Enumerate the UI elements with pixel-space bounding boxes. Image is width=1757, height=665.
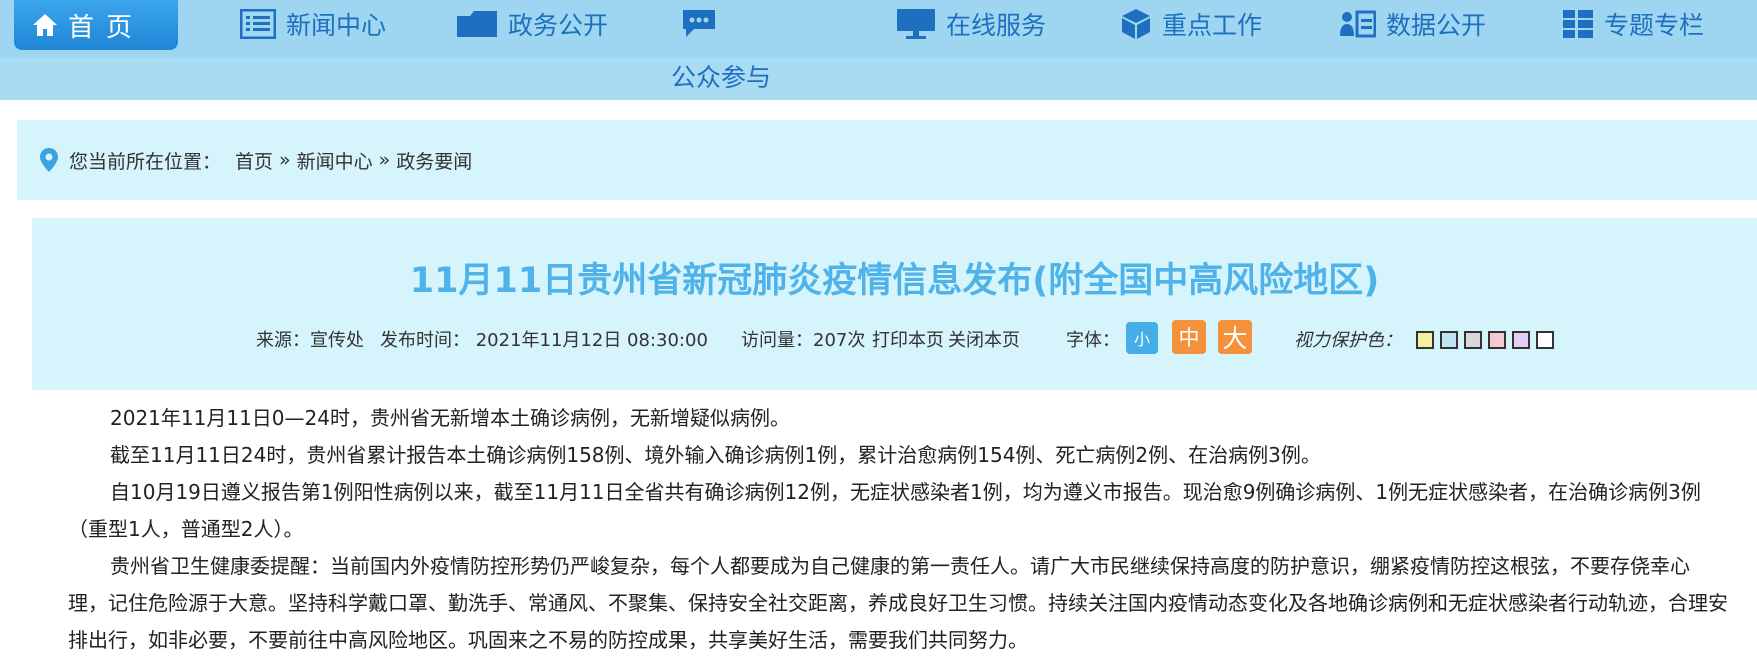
breadcrumb-home[interactable]: 首页 bbox=[235, 147, 273, 174]
font-medium-button[interactable]: 中 bbox=[1172, 320, 1206, 354]
folder-icon bbox=[457, 11, 497, 37]
breadcrumb-prefix: 您当前所在位置： bbox=[69, 150, 222, 173]
eye-color-white[interactable] bbox=[1536, 331, 1554, 349]
breadcrumb-news[interactable]: 新闻中心 bbox=[297, 147, 373, 174]
cube-icon bbox=[1122, 9, 1150, 39]
nav-item-government[interactable]: 政务公开 bbox=[456, 4, 608, 44]
eye-protection-label: 视力保护色： bbox=[1294, 330, 1402, 351]
article-title: 11月11日贵州省新冠肺炎疫情信息发布(附全国中高风险地区) bbox=[409, 261, 1380, 301]
nav-home-label: 首页 bbox=[68, 12, 145, 43]
monitor-icon bbox=[897, 9, 935, 39]
font-large-button[interactable]: 大 bbox=[1218, 320, 1252, 354]
nav-item-key-work[interactable]: 重点工作 bbox=[1120, 4, 1262, 44]
article-header: 11月11日贵州省新冠肺炎疫情信息发布(附全国中高风险地区) 来源：宣传处 发布… bbox=[32, 218, 1757, 390]
grid-icon bbox=[1563, 10, 1593, 38]
eye-color-pink[interactable] bbox=[1488, 331, 1506, 349]
article-visits: 访问量：207次 bbox=[741, 330, 866, 351]
top-nav: 首页 新闻中心 政务公开 在线服务 重点工作 数据公开 专题专栏 公众参与 bbox=[0, 0, 1757, 100]
article-publish-time: 发布时间： 2021年11月12日 08:30:00 bbox=[380, 330, 708, 351]
font-size-label: 字体： bbox=[1066, 330, 1120, 351]
print-link[interactable]: 打印本页 bbox=[872, 326, 944, 352]
font-small-button[interactable]: 小 bbox=[1126, 322, 1158, 354]
article-meta: 来源：宣传处 发布时间： 2021年11月12日 08:30:00 访问量：20… bbox=[32, 320, 1757, 354]
close-link[interactable]: 关闭本页 bbox=[948, 326, 1020, 352]
eye-color-blue[interactable] bbox=[1440, 331, 1458, 349]
news-list-icon bbox=[240, 9, 276, 39]
nav-item-label: 政务公开 bbox=[508, 11, 609, 40]
article-paragraph: 截至11月11日24时，贵州省累计报告本土确诊病例158例、境外输入确诊病例1例… bbox=[110, 443, 1321, 467]
article-paragraph: 自10月19日遵义报告第1例阳性病例以来，截至11月11日全省共有确诊病例12例… bbox=[68, 480, 1701, 541]
nav-item-public[interactable] bbox=[680, 4, 718, 44]
nav-item-label: 新闻中心 bbox=[286, 11, 387, 40]
article-body: 2021年11月11日0—24时，贵州省无新增本土确诊病例，无新增疑似病例。 截… bbox=[68, 400, 1728, 659]
nav-item-topics[interactable]: 专题专栏 bbox=[1562, 4, 1704, 44]
nav-home-button[interactable]: 首页 bbox=[14, 0, 178, 50]
eye-color-yellow[interactable] bbox=[1416, 331, 1434, 349]
article-paragraph: 2021年11月11日0—24时，贵州省无新增本土确诊病例，无新增疑似病例。 bbox=[110, 406, 790, 430]
home-icon bbox=[33, 14, 57, 36]
nav-item-online[interactable]: 在线服务 bbox=[896, 4, 1046, 44]
nav-item-label: 在线服务 bbox=[946, 11, 1047, 40]
nav-item-data[interactable]: 数据公开 bbox=[1340, 4, 1486, 44]
eye-color-purple[interactable] bbox=[1512, 331, 1530, 349]
breadcrumb-separator: » bbox=[279, 149, 291, 171]
nav-item-news[interactable]: 新闻中心 bbox=[240, 4, 386, 44]
nav-item-label: 重点工作 bbox=[1162, 11, 1263, 40]
article-paragraph: 贵州省卫生健康委提醒：当前国内外疫情防控形势仍严峻复杂，每个人都要成为自己健康的… bbox=[68, 554, 1728, 652]
eye-color-gray[interactable] bbox=[1464, 331, 1482, 349]
breadcrumb-separator: » bbox=[378, 149, 391, 171]
chat-bubble-icon bbox=[683, 10, 715, 37]
nav-sub-public-participation[interactable]: 公众参与 bbox=[671, 58, 771, 94]
location-pin-icon bbox=[40, 148, 58, 172]
nav-subband bbox=[0, 58, 1757, 100]
breadcrumb: 您当前所在位置： 首页 » 新闻中心 » 政务要闻 bbox=[17, 120, 1757, 200]
nav-item-label: 专题专栏 bbox=[1604, 11, 1705, 40]
user-list-icon bbox=[1340, 10, 1376, 38]
nav-item-label: 数据公开 bbox=[1386, 11, 1487, 40]
breadcrumb-current[interactable]: 政务要闻 bbox=[396, 147, 472, 174]
article-source: 来源：宣传处 bbox=[256, 330, 364, 351]
